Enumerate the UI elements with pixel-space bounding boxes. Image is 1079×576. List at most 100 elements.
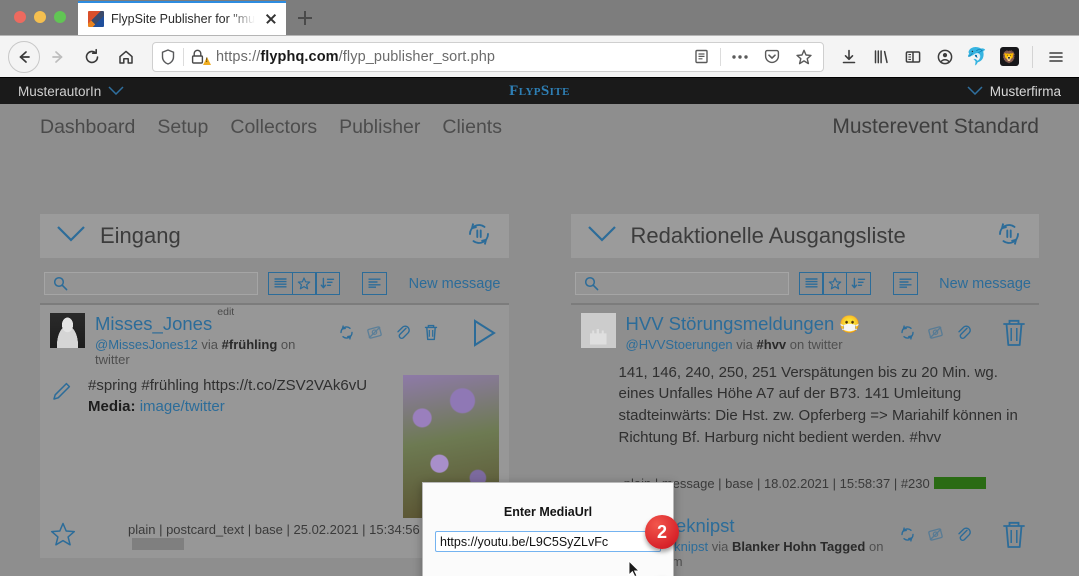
trash-icon-hvv[interactable]: [999, 317, 1029, 354]
network-prefix-lautgeknipst: on: [868, 538, 884, 554]
panel-title-eingang: Eingang: [100, 223, 181, 248]
url-path: /flyp_publisher_sort.php: [338, 48, 496, 65]
status-badge: [132, 537, 184, 550]
nav-item-collectors[interactable]: Collectors: [230, 116, 317, 139]
address-bar[interactable]: https://flyphq.com/flyp_publisher_sort.p…: [152, 41, 824, 72]
no-link-icon-hvv[interactable]: [927, 324, 944, 346]
message-author-name-hvv: HVV Störungsmeldungen: [625, 312, 835, 334]
collapse-chevron-icon[interactable]: [56, 225, 86, 247]
retweet-icon[interactable]: [338, 324, 355, 346]
message-author-name: Misses_Jones: [95, 312, 213, 334]
message-author-name-wrap-hvv[interactable]: HVV Störungsmeldungen 😷: [626, 313, 861, 335]
downloads-icon[interactable]: [834, 42, 864, 72]
forward-arrow-icon[interactable]: [42, 41, 74, 73]
media-url-input[interactable]: [435, 531, 661, 552]
retweet-icon-hvv[interactable]: [899, 324, 916, 346]
trash-icon[interactable]: [422, 323, 440, 347]
attachment-icon-hvv[interactable]: [955, 324, 972, 346]
lion-extension-icon[interactable]: 🦁: [994, 42, 1024, 72]
no-link-icon-lautgeknipst[interactable]: [927, 526, 944, 548]
favorites-icon[interactable]: [291, 272, 317, 295]
sidebar-icon[interactable]: [898, 42, 928, 72]
tab-title: FlypSite Publisher for "musterfi: [111, 12, 255, 26]
network-prefix: on: [280, 336, 296, 352]
via-word: via: [201, 336, 219, 352]
sort-desc-icon[interactable]: [315, 272, 341, 295]
via-word-lautgeknipst: via: [711, 538, 729, 554]
trash-icon-lautgeknipst[interactable]: [999, 519, 1029, 556]
reader-view-icon[interactable]: [688, 44, 714, 70]
browser-tab-active[interactable]: FlypSite Publisher for "musterfi: [78, 1, 286, 35]
no-link-icon[interactable]: [366, 324, 383, 346]
app-brand-logo: FlypSite: [509, 82, 570, 99]
nav-item-dashboard[interactable]: Dashboard: [40, 116, 135, 139]
address-bar-divider: [183, 47, 184, 66]
sort-desc-icon-2[interactable]: [845, 272, 871, 295]
play-icon[interactable]: [467, 317, 499, 354]
refresh-pause-icon-eingang[interactable]: [465, 220, 493, 253]
more-actions-icon[interactable]: [727, 44, 753, 70]
message-author-name-wrap[interactable]: Misses_Jones edit: [95, 306, 234, 335]
shield-icon[interactable]: [159, 48, 177, 66]
maximize-window-button[interactable]: [54, 11, 66, 23]
new-message-link-eingang[interactable]: New message: [409, 276, 505, 292]
avatar-hvv: [580, 312, 616, 348]
pencil-edit-icon[interactable]: [50, 375, 78, 518]
toolbar-divider: [1032, 45, 1033, 68]
attachment-icon-lautgeknipst[interactable]: [955, 526, 972, 548]
company-menu[interactable]: Musterfirma: [967, 82, 1061, 100]
edit-link[interactable]: edit: [217, 306, 234, 318]
nav-item-setup[interactable]: Setup: [157, 116, 208, 139]
home-icon[interactable]: [110, 41, 142, 73]
hamburger-menu-icon[interactable]: [1041, 42, 1071, 72]
user-menu[interactable]: MusterautorIn: [18, 82, 124, 100]
close-tab-icon[interactable]: [262, 10, 280, 28]
message-body-hvv: 141, 146, 240, 250, 251 Verspätungen bis…: [581, 362, 1030, 449]
retweet-icon-lautgeknipst[interactable]: [899, 526, 916, 548]
favorites-icon-2[interactable]: [822, 272, 848, 295]
media-value[interactable]: image/twitter: [140, 398, 225, 415]
message-text-block: #spring #frühling https://t.co/ZSV2VAk6v…: [88, 375, 393, 518]
minimize-window-button[interactable]: [34, 11, 46, 23]
nav-item-publisher[interactable]: Publisher: [339, 116, 420, 139]
new-message-link-ausgangsliste[interactable]: New message: [939, 276, 1035, 292]
pocket-icon[interactable]: [759, 44, 785, 70]
account-icon[interactable]: [930, 42, 960, 72]
refresh-pause-icon-ausgangsliste[interactable]: [995, 220, 1023, 253]
flypsite-favicon: [88, 11, 104, 27]
nav-item-clients[interactable]: Clients: [442, 116, 502, 139]
close-window-button[interactable]: [14, 11, 26, 23]
bookmark-star-icon[interactable]: [791, 44, 817, 70]
message-card-hvv[interactable]: HVV Störungsmeldungen 😷 @HVVStoerungen v…: [571, 305, 1040, 499]
search-input-ausgangsliste[interactable]: [574, 272, 789, 295]
attachment-icon[interactable]: [394, 324, 411, 346]
star-icon[interactable]: [50, 522, 76, 552]
message-tag[interactable]: #frühling: [222, 337, 278, 352]
compact-view-icon-2[interactable]: [892, 272, 918, 295]
status-badge-hvv: [933, 476, 986, 489]
collapse-chevron-icon-2[interactable]: [587, 225, 617, 247]
company-menu-label: Musterfirma: [989, 83, 1061, 99]
list-view-icon[interactable]: [268, 272, 293, 295]
mouse-cursor: [628, 560, 640, 576]
library-icon[interactable]: [866, 42, 896, 72]
dolphin-extension-icon[interactable]: 🐬: [962, 42, 992, 72]
search-input-eingang[interactable]: [44, 272, 258, 295]
list-view-icon-2[interactable]: [798, 272, 824, 295]
message-identity: Misses_Jones edit @MissesJones12 via #fr…: [95, 306, 328, 367]
url-text: https://flyphq.com/flyp_publisher_sort.p…: [216, 49, 682, 65]
message-tag-lautgeknipst[interactable]: Blanker Hohn Tagged: [732, 539, 865, 554]
panel-toolbar-ausgangsliste: New message: [571, 258, 1040, 303]
view-toggle-group-ausgangsliste: [798, 272, 871, 295]
lock-warning-icon[interactable]: [190, 48, 211, 66]
page-content: MusterautorIn FlypSite Musterfirma Dashb…: [0, 78, 1079, 576]
browser-window: FlypSite Publisher for "musterfi: [0, 0, 1079, 576]
message-actions: [338, 313, 499, 354]
window-controls: [0, 11, 66, 35]
back-arrow-icon[interactable]: [8, 40, 40, 73]
message-tag-hvv[interactable]: #hvv: [757, 337, 787, 352]
panel-header-eingang: Eingang: [40, 214, 509, 258]
reload-icon[interactable]: [76, 41, 108, 73]
compact-view-icon[interactable]: [362, 272, 388, 295]
new-tab-button[interactable]: [290, 1, 320, 35]
